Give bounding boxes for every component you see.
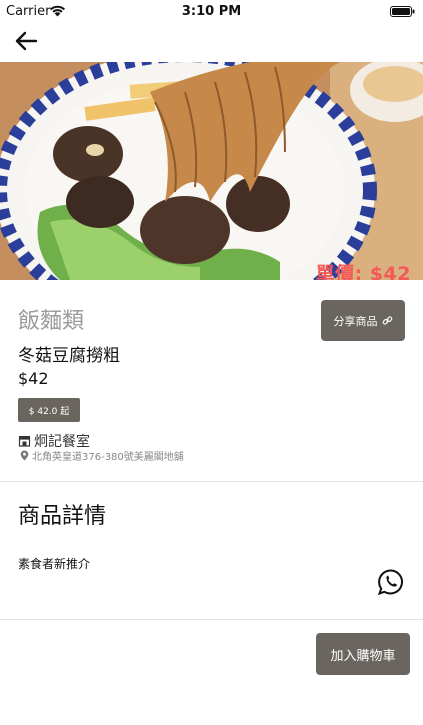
- product-name: 冬菇豆腐撈粗: [18, 346, 120, 366]
- noodle-dish-illustration: [0, 62, 423, 280]
- link-icon: [382, 316, 392, 325]
- address-row: 北角英皇道376-380號美麗閣地舖: [20, 448, 184, 463]
- product-price: $42: [18, 369, 49, 388]
- whatsapp-icon[interactable]: [377, 568, 405, 596]
- share-button-label: 分享商品: [333, 314, 378, 328]
- pin-icon: [20, 450, 29, 461]
- section-divider: [0, 481, 423, 482]
- details-description: 素食者新推介: [18, 557, 91, 571]
- status-bar: Carrier 3:10 PM: [0, 0, 423, 24]
- product-image[interactable]: 單價: $42: [0, 62, 423, 280]
- clock: 3:10 PM: [181, 4, 242, 19]
- min-price-badge: $ 42.0 起: [18, 398, 80, 422]
- shop-address: 北角英皇道376-380號美麗閣地舖: [32, 452, 184, 463]
- add-to-cart-button[interactable]: 加入購物車: [316, 633, 410, 675]
- section-divider: [0, 619, 423, 620]
- price-overlay-label: 單價: $42: [315, 263, 411, 280]
- shop-icon: [18, 436, 31, 447]
- details-title: 商品詳情: [18, 504, 107, 529]
- share-product-button[interactable]: 分享商品: [321, 300, 405, 341]
- arrow-left-icon: [15, 31, 38, 51]
- battery-icon: [390, 6, 415, 17]
- back-button[interactable]: [12, 28, 42, 54]
- category-label: 飯麵類: [18, 309, 85, 334]
